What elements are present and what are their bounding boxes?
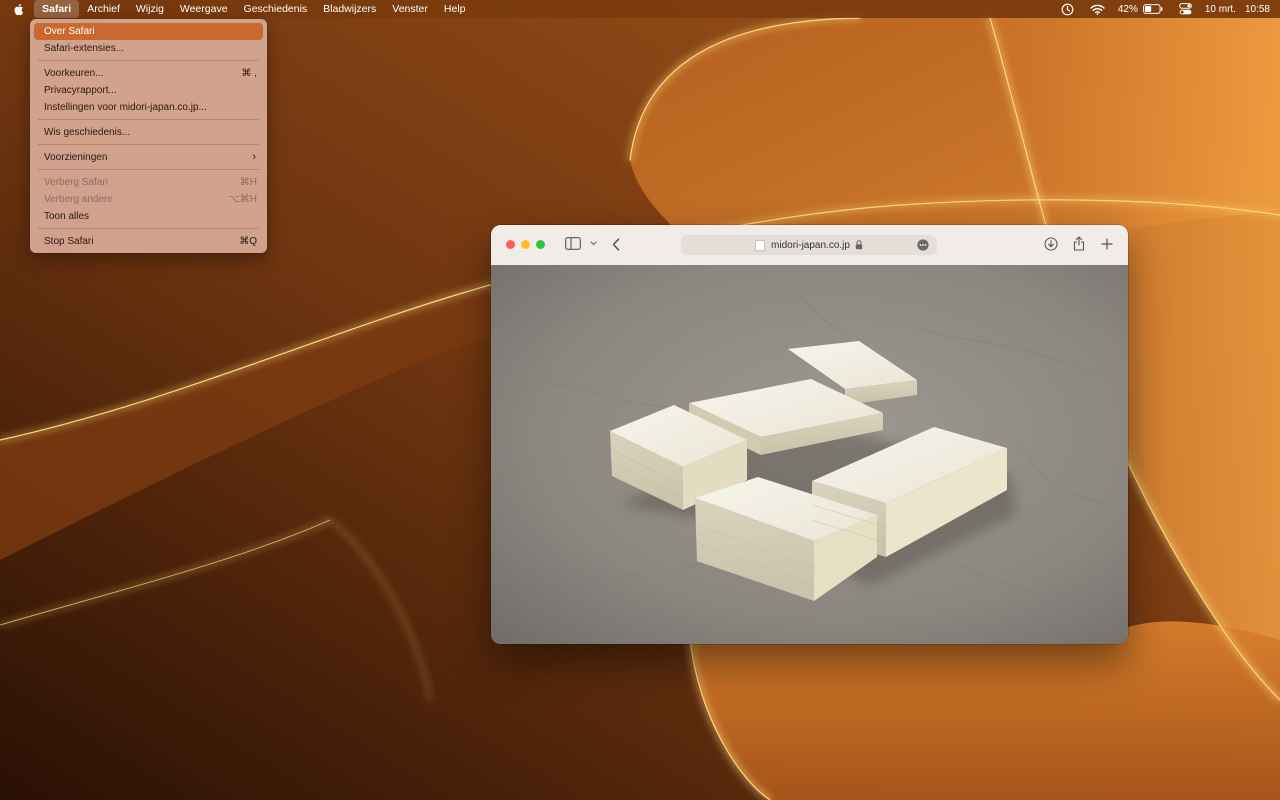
- battery-icon[interactable]: [1142, 4, 1163, 14]
- share-icon[interactable]: [1073, 236, 1085, 251]
- menu-geschiedenis[interactable]: Geschiedenis: [236, 0, 316, 18]
- menu-separator: [38, 60, 259, 61]
- menu-help[interactable]: Help: [436, 0, 474, 18]
- menu-bar: Safari Archief Wijzig Weergave Geschiede…: [0, 0, 1280, 18]
- more-icon[interactable]: [917, 239, 929, 254]
- safari-menu: Over Safari Safari-extensies... Voorkeur…: [30, 19, 267, 253]
- menu-item-hide-safari: Verberg Safari ⌘H: [34, 174, 263, 191]
- address-bar[interactable]: midori-japan.co.jp: [681, 235, 937, 255]
- minimize-window-button[interactable]: [521, 240, 530, 249]
- window-controls: [506, 240, 551, 249]
- menu-item-hide-others: Verberg andere ⌥⌘H: [34, 191, 263, 208]
- lock-icon: [855, 240, 863, 250]
- menu-venster[interactable]: Venster: [384, 0, 436, 18]
- new-tab-icon[interactable]: [1101, 238, 1113, 250]
- menu-item-quit-safari[interactable]: Stop Safari ⌘Q: [34, 233, 263, 250]
- url-text: midori-japan.co.jp: [771, 239, 850, 251]
- favicon-icon: [755, 239, 766, 251]
- shortcut-hide-safari: ⌘H: [239, 177, 257, 188]
- hero-image: [491, 265, 1128, 644]
- menu-item-over-safari[interactable]: Over Safari: [34, 23, 263, 40]
- menu-item-preferences[interactable]: Voorkeuren... ⌘ ,: [34, 65, 263, 82]
- menu-bladwijzers[interactable]: Bladwijzers: [315, 0, 384, 18]
- menu-separator: [38, 169, 259, 170]
- shortcut-quit: ⌘Q: [239, 236, 257, 247]
- safari-window: midori-japan.co.jp: [491, 225, 1128, 644]
- menu-separator: [38, 144, 259, 145]
- browser-toolbar: midori-japan.co.jp: [491, 225, 1128, 265]
- apple-logo-icon[interactable]: [13, 0, 27, 18]
- menu-wijzig[interactable]: Wijzig: [128, 0, 172, 18]
- shortcut-preferences: ⌘ ,: [241, 68, 257, 79]
- menu-item-clear-history[interactable]: Wis geschiedenis...: [34, 124, 263, 141]
- menu-item-services[interactable]: Voorzieningen ›: [34, 149, 263, 166]
- close-window-button[interactable]: [506, 240, 515, 249]
- chevron-right-icon: ›: [252, 151, 256, 163]
- time-machine-icon[interactable]: [1061, 3, 1074, 16]
- menubar-time[interactable]: 10:58: [1245, 4, 1270, 15]
- menu-archief[interactable]: Archief: [79, 0, 128, 18]
- status-area: 42% 10 mrt. 10:58: [1053, 0, 1280, 18]
- menu-item-privacy-report[interactable]: Privacyrapport...: [34, 82, 263, 99]
- menubar-date[interactable]: 10 mrt.: [1205, 4, 1236, 15]
- menu-weergave[interactable]: Weergave: [172, 0, 236, 18]
- download-icon[interactable]: [1044, 237, 1058, 251]
- menu-safari[interactable]: Safari: [34, 0, 80, 18]
- control-center-icon[interactable]: [1178, 3, 1192, 15]
- webpage-content[interactable]: [491, 265, 1128, 644]
- menu-separator: [38, 228, 259, 229]
- menu-item-site-settings[interactable]: Instellingen voor midori-japan.co.jp...: [34, 99, 263, 116]
- menu-separator: [38, 119, 259, 120]
- battery-percentage: 42%: [1117, 3, 1138, 15]
- zoom-window-button[interactable]: [536, 240, 545, 249]
- menu-item-show-all[interactable]: Toon alles: [34, 208, 263, 225]
- chevron-down-icon[interactable]: [590, 241, 597, 246]
- sidebar-icon[interactable]: [565, 237, 581, 250]
- shortcut-hide-others: ⌥⌘H: [228, 194, 257, 205]
- menu-item-safari-extensions[interactable]: Safari-extensies...: [34, 40, 263, 57]
- wifi-icon[interactable]: [1090, 4, 1105, 15]
- back-icon[interactable]: [612, 238, 620, 251]
